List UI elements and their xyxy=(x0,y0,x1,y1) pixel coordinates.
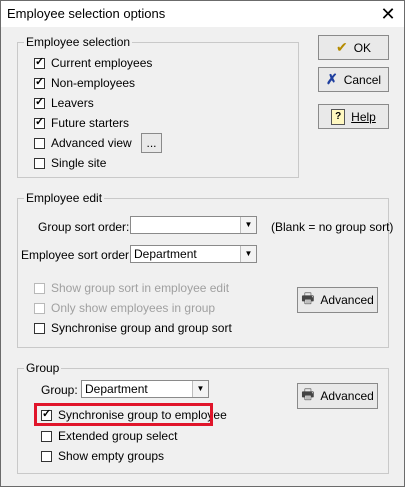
checkbox-icon xyxy=(34,115,45,129)
employee-sort-order-select[interactable]: Department ▼ xyxy=(130,245,257,263)
printer-icon: 🖶 xyxy=(301,290,315,306)
employee-selection-label: Employee selection xyxy=(24,35,133,49)
close-icon[interactable]: ✕ xyxy=(373,2,403,26)
checkbox-show-group-sort[interactable]: Show group sort in employee edit xyxy=(34,280,229,296)
checkbox-icon xyxy=(34,322,45,334)
advanced-edit-button[interactable]: 🖶 Advanced xyxy=(297,287,378,313)
checkbox-synchronise-group-sort[interactable]: Synchronise group and group sort xyxy=(34,320,232,336)
checkbox-icon xyxy=(34,55,45,69)
advanced-group-button[interactable]: 🖶 Advanced xyxy=(297,383,378,409)
chevron-down-icon: ▼ xyxy=(192,381,208,397)
checkbox-advanced-view[interactable]: Advanced view xyxy=(34,135,132,151)
checkmark-icon: ✔ xyxy=(335,39,348,55)
group-sort-order-select[interactable]: ▼ xyxy=(130,216,257,234)
checkbox-non-employees[interactable]: Non-employees xyxy=(34,75,135,91)
help-button[interactable]: ? Help xyxy=(318,104,389,129)
title-bar: Employee selection options ✕ xyxy=(1,1,404,27)
cancel-button[interactable]: ✗ Cancel xyxy=(318,67,389,92)
group-sort-order-label: Group sort order: xyxy=(38,220,130,234)
window-title: Employee selection options xyxy=(7,6,166,21)
checkbox-icon xyxy=(34,157,45,169)
chevron-down-icon: ▼ xyxy=(240,246,256,262)
group-label: Group: xyxy=(41,383,78,397)
checkbox-extended-group-select[interactable]: Extended group select xyxy=(41,428,177,444)
checkbox-leavers[interactable]: Leavers xyxy=(34,95,94,111)
checkbox-future-starters[interactable]: Future starters xyxy=(34,115,129,131)
checkbox-icon xyxy=(41,430,52,442)
checkbox-icon xyxy=(41,450,52,462)
blank-note: (Blank = no group sort) xyxy=(271,220,394,234)
employee-sort-order-label: Employee sort order: xyxy=(21,248,133,262)
checkbox-icon xyxy=(34,75,45,89)
checkbox-only-show-employees-in-group[interactable]: Only show employees in group xyxy=(34,300,215,316)
employee-edit-label: Employee edit xyxy=(24,191,105,205)
group-section-label: Group xyxy=(24,361,62,375)
printer-icon: 🖶 xyxy=(301,386,315,402)
checkbox-show-empty-groups[interactable]: Show empty groups xyxy=(41,448,164,464)
checkbox-current-employees[interactable]: Current employees xyxy=(34,55,152,71)
employee-selection-dialog: Employee selection options ✕ Employee se… xyxy=(0,0,405,487)
checkbox-single-site[interactable]: Single site xyxy=(34,155,106,171)
cross-icon: ✗ xyxy=(325,71,338,87)
group-select[interactable]: Department ▼ xyxy=(81,380,209,398)
checkbox-icon xyxy=(34,95,45,109)
chevron-down-icon: ▼ xyxy=(240,217,256,233)
checkbox-icon xyxy=(34,137,45,149)
highlight-box xyxy=(34,403,213,426)
ellipsis-button[interactable]: ... xyxy=(141,133,162,153)
checkbox-icon xyxy=(34,282,45,294)
checkbox-icon xyxy=(34,302,45,314)
ok-button[interactable]: ✔ OK xyxy=(318,35,389,60)
help-icon: ? xyxy=(331,108,346,125)
